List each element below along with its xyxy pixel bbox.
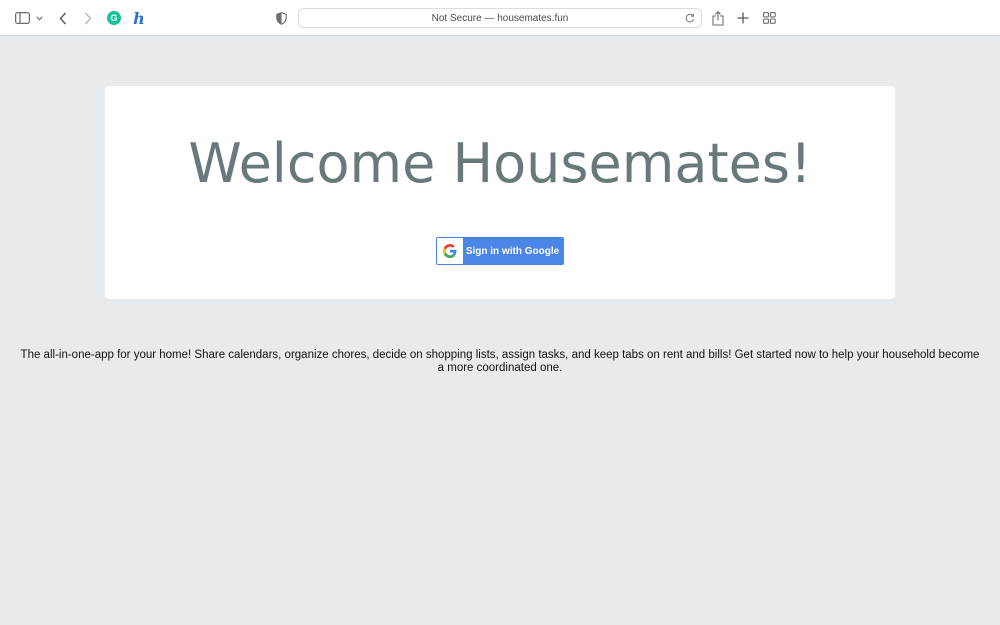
honey-icon[interactable]: h	[131, 0, 147, 36]
tab-overview-icon[interactable]	[761, 0, 777, 36]
url-text: Not Secure — housemates.fun	[431, 12, 569, 24]
page-title: Welcome Housemates!	[188, 132, 812, 195]
new-tab-icon[interactable]	[735, 0, 751, 36]
reload-icon[interactable]	[684, 12, 696, 24]
browser-toolbar: G h Not Secure — housemates.fun	[0, 0, 1000, 36]
sidebar-icon[interactable]	[12, 0, 32, 36]
honey-letter: h	[133, 8, 145, 28]
google-logo-icon	[437, 238, 463, 264]
shield-icon[interactable]	[274, 0, 288, 36]
forward-icon[interactable]	[81, 0, 95, 36]
grammarly-icon[interactable]: G	[106, 0, 122, 36]
chevron-down-icon[interactable]	[34, 0, 44, 36]
back-icon[interactable]	[56, 0, 70, 36]
address-bar[interactable]: Not Secure — housemates.fun	[298, 8, 702, 28]
google-signin-button[interactable]: Sign in with Google	[436, 237, 564, 265]
grammarly-letter: G	[107, 11, 121, 25]
tagline-text: The all-in-one-app for your home! Share …	[20, 349, 980, 374]
google-signin-label: Sign in with Google	[465, 245, 560, 257]
share-icon[interactable]	[710, 0, 726, 36]
